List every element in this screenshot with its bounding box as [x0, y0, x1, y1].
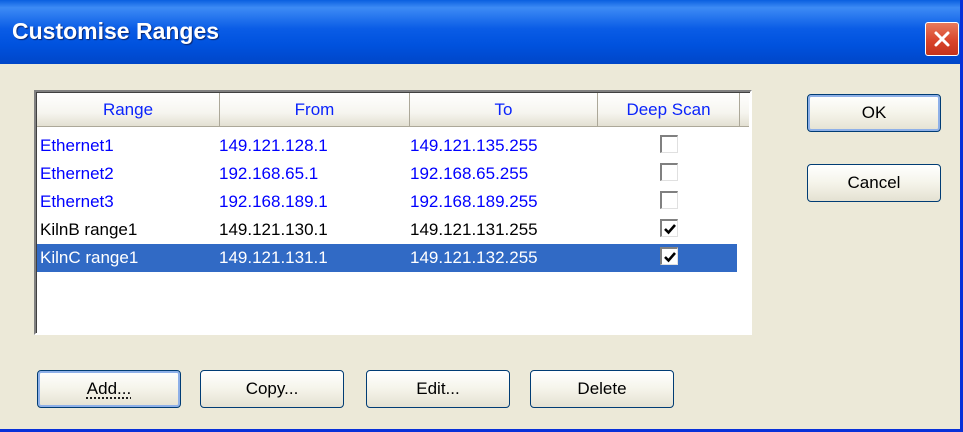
column-header-to[interactable]: To: [410, 93, 598, 127]
list-row[interactable]: KilnC range1 149.121.131.1 149.121.132.255: [37, 244, 737, 272]
cell-to: 149.121.131.255: [410, 220, 538, 239]
column-header-deep-scan[interactable]: Deep Scan: [598, 93, 740, 127]
add-button-label: Add...: [86, 379, 132, 398]
cell-range: KilnC range1: [40, 248, 139, 267]
list-header: Range From To Deep Scan: [37, 93, 749, 127]
delete-button[interactable]: Delete: [530, 370, 674, 408]
list-row[interactable]: KilnB range1 149.121.130.1 149.121.131.255: [37, 216, 737, 244]
cell-from: 149.121.130.1: [219, 220, 328, 239]
deep-scan-checkbox[interactable]: [660, 191, 678, 209]
cell-to: 192.168.65.255: [410, 164, 529, 183]
deep-scan-checkbox[interactable]: [660, 135, 678, 153]
list-row[interactable]: Ethernet1 149.121.128.1 149.121.135.255: [37, 132, 737, 160]
copy-button[interactable]: Copy...: [200, 370, 344, 408]
deep-scan-checkbox[interactable]: [660, 163, 678, 181]
cell-range: KilnB range1: [40, 220, 138, 239]
edit-button[interactable]: Edit...: [366, 370, 510, 408]
title-bar[interactable]: Customise Ranges: [0, 0, 960, 64]
cell-to: 192.168.189.255: [410, 192, 538, 211]
cell-from: 149.121.128.1: [219, 136, 328, 155]
add-button[interactable]: Add...: [37, 370, 181, 408]
cell-from: 192.168.65.1: [219, 164, 319, 183]
cell-range: Ethernet2: [40, 164, 114, 183]
close-icon: [934, 31, 950, 47]
cell-range: Ethernet3: [40, 192, 114, 211]
check-icon: [664, 252, 676, 263]
column-header-from[interactable]: From: [220, 93, 410, 127]
customise-ranges-dialog: Customise Ranges Range From To Deep Scan…: [0, 0, 963, 432]
column-header-filler: [740, 93, 749, 127]
close-button[interactable]: [925, 22, 959, 56]
window-title: Customise Ranges: [12, 18, 220, 44]
cell-from: 192.168.189.1: [219, 192, 328, 211]
list-row[interactable]: Ethernet3 192.168.189.1 192.168.189.255: [37, 188, 737, 216]
deep-scan-checkbox[interactable]: [660, 219, 678, 237]
cell-from: 149.121.131.1: [219, 248, 328, 267]
check-icon: [664, 224, 676, 235]
deep-scan-checkbox[interactable]: [660, 247, 678, 265]
cell-range: Ethernet1: [40, 136, 114, 155]
ok-button[interactable]: OK: [807, 94, 941, 132]
cell-to: 149.121.135.255: [410, 136, 538, 155]
cell-to: 149.121.132.255: [410, 248, 538, 267]
column-header-range[interactable]: Range: [37, 93, 220, 127]
cancel-button[interactable]: Cancel: [807, 164, 941, 202]
list-row[interactable]: Ethernet2 192.168.65.1 192.168.65.255: [37, 160, 737, 188]
ranges-list[interactable]: Range From To Deep Scan Ethernet1 149.121…: [34, 90, 752, 335]
